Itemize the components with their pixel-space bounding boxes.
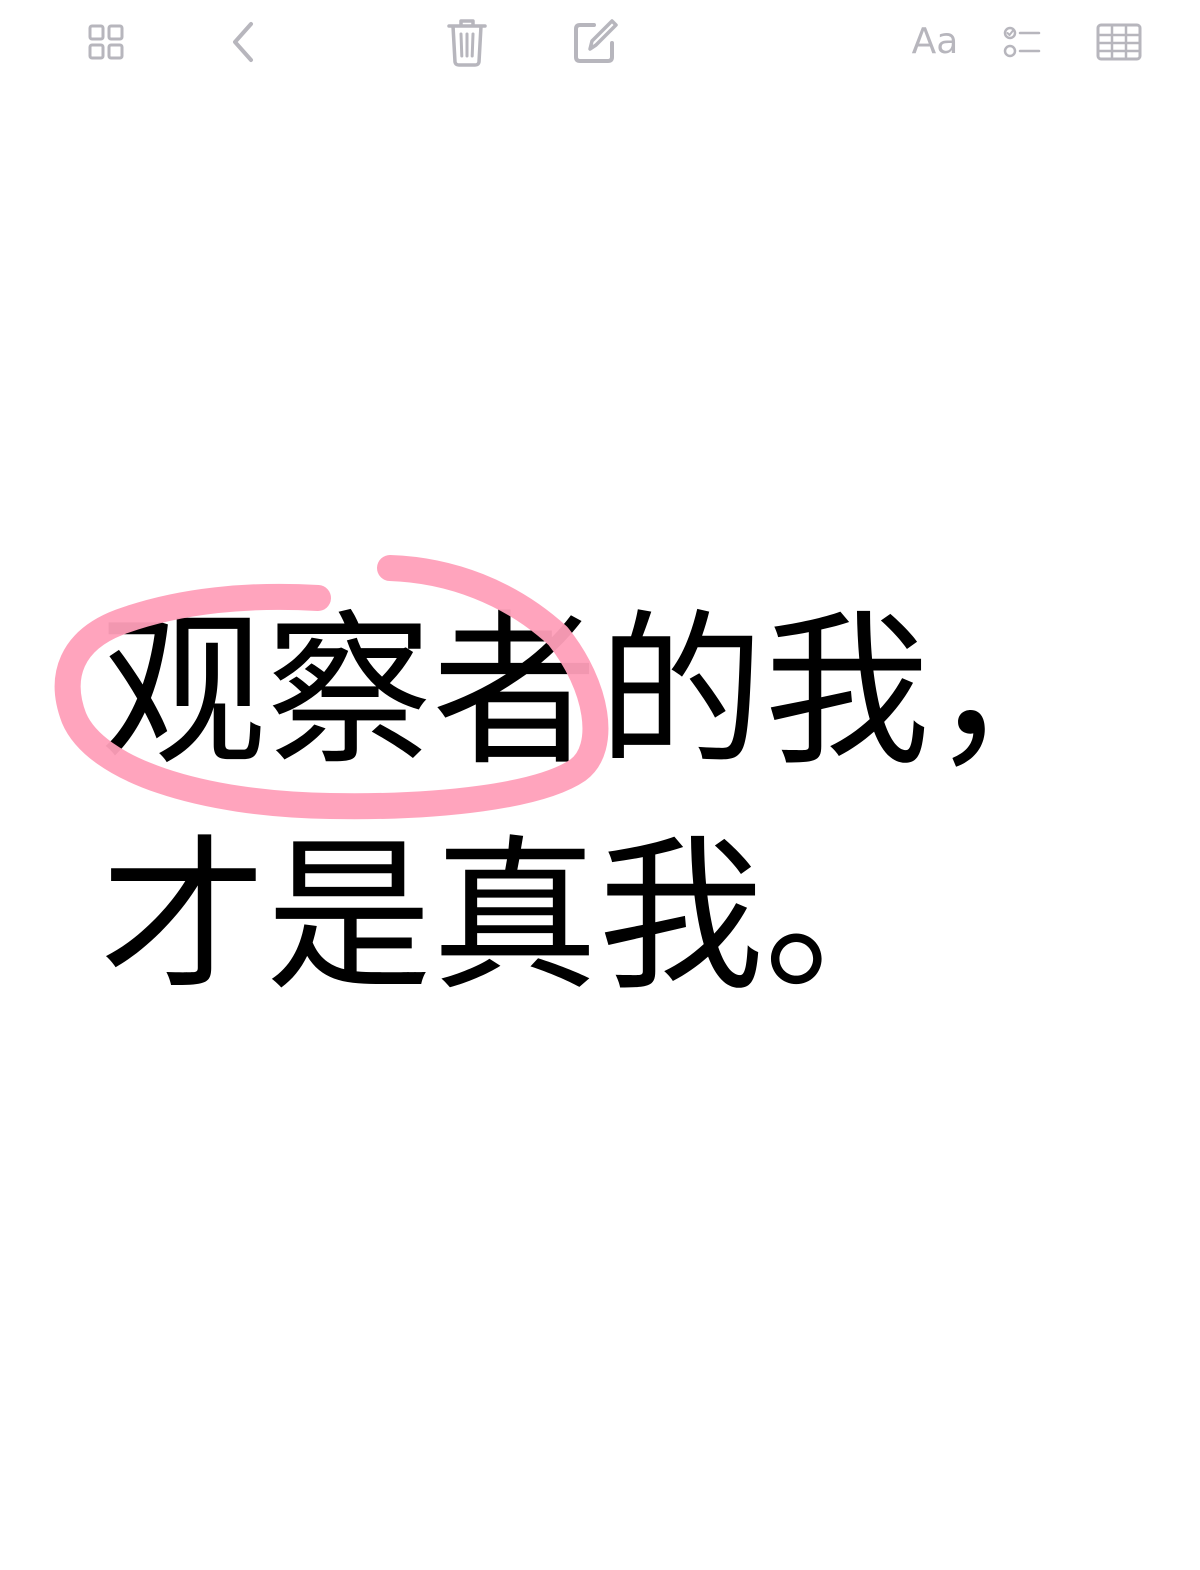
note-text-line-2: 才是真我。 (100, 821, 930, 1014)
note-text-line-1: 观察者的我， (100, 596, 1096, 789)
note-body[interactable]: 观察者的我， 才是真我。 (0, 0, 1200, 1570)
note-page: Aa 观察者的我， 才是真我。 (0, 0, 1200, 1570)
